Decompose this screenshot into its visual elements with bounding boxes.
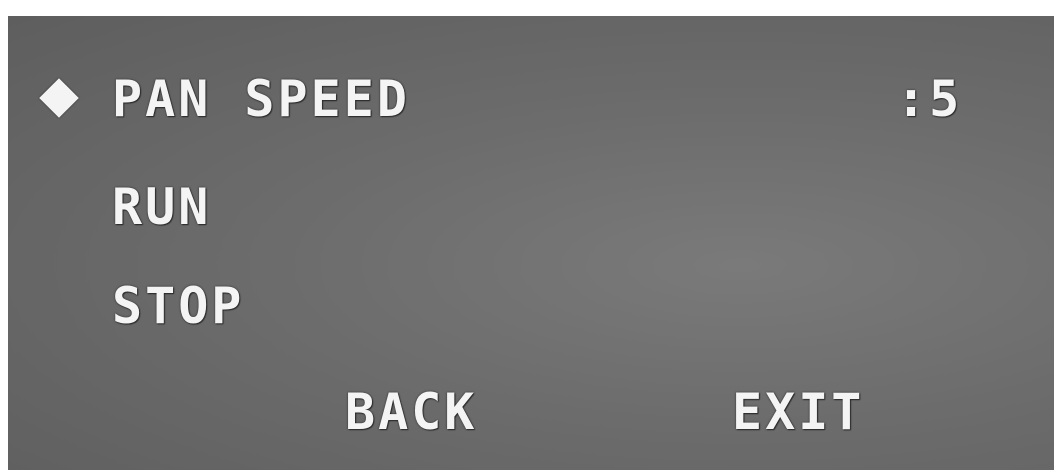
osd-menu-screen: PAN SPEED :5 RUN STOP BACK EXIT [8,16,1054,470]
menu-item-pan-speed[interactable]: PAN SPEED [112,74,410,124]
diamond-cursor-icon [39,78,79,118]
pan-speed-value: :5 [896,70,963,128]
back-button[interactable]: BACK [345,387,477,437]
exit-button[interactable]: EXIT [732,387,864,437]
menu-item-stop[interactable]: STOP [112,281,244,331]
menu-item-run[interactable]: RUN [112,182,211,232]
